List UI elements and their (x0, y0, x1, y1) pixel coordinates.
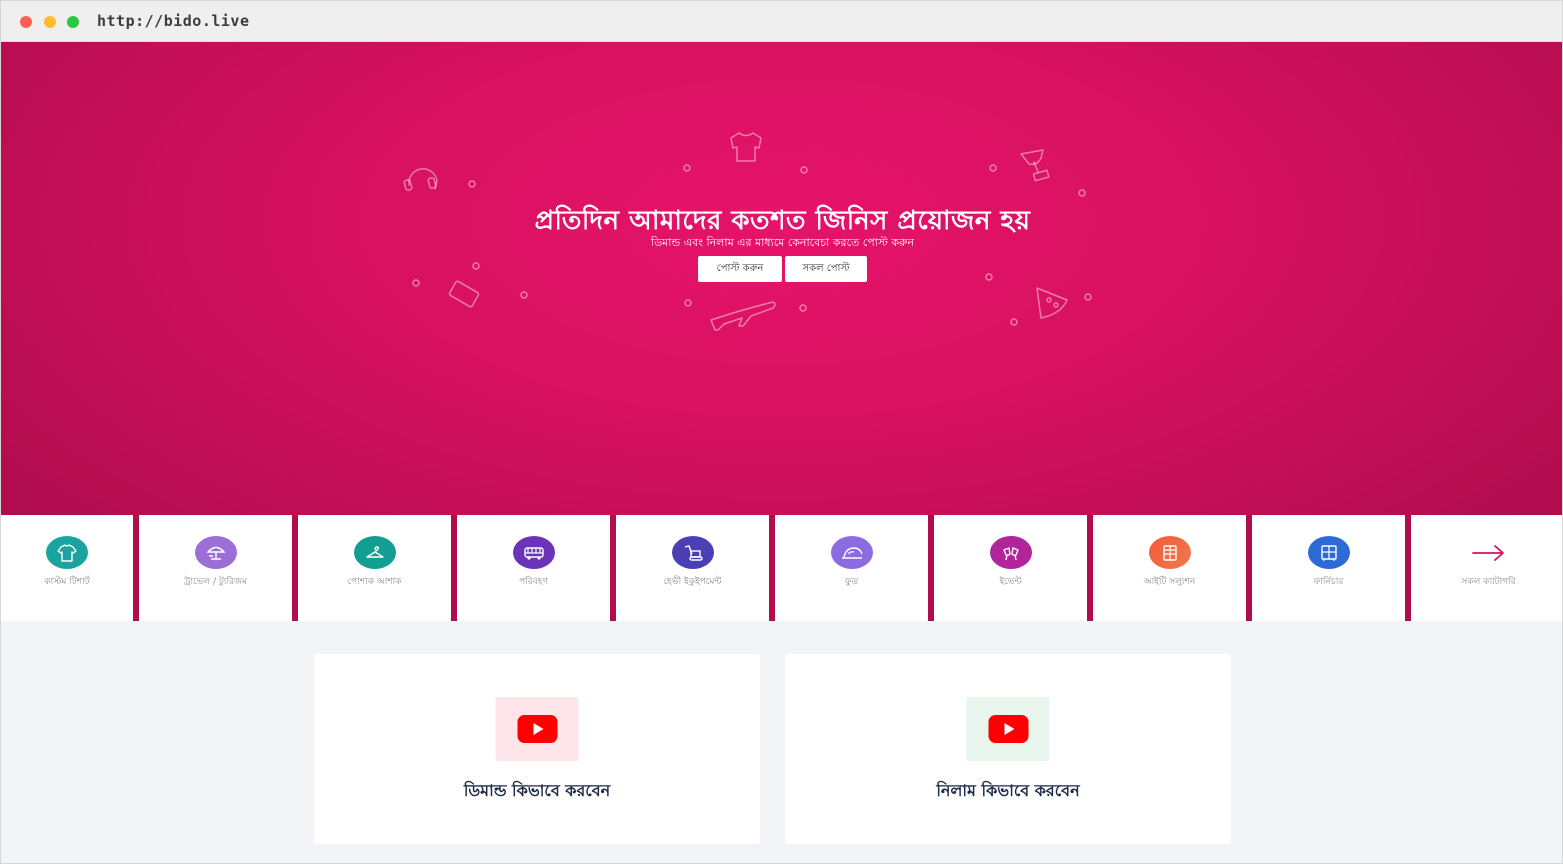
category-label: ফার্নিচার (1313, 577, 1344, 587)
category-label: ইভেন্ট (999, 577, 1022, 587)
category-label: পরিবহণ (519, 577, 548, 587)
cheers-icon (989, 536, 1032, 569)
shirt-outline-icon (730, 132, 762, 162)
category-bar: কাস্টম টিশার্ট ট্রাভেল / ট্যুরিজম পোশাক … (1, 515, 1562, 621)
all-posts-button[interactable]: সকল পোস্ট (785, 256, 867, 282)
category-event[interactable]: ইভেন্ট (934, 515, 1087, 621)
food-cloche-icon (830, 536, 873, 569)
close-window-icon[interactable] (20, 16, 32, 28)
post-button[interactable]: পোস্ট করুন (698, 256, 782, 282)
category-heavy-equipment[interactable]: হেভী ইকুইপমেন্ট (616, 515, 769, 621)
category-food[interactable]: ফুড (775, 515, 928, 621)
how-to-section: ডিমান্ড কিভাবে করবেন নিলাম কিভাবে করবেন (1, 621, 1562, 863)
hero-banner: প্রতিদিন আমাদের কতশত জিনিস প্রয়োজন হয় … (1, 42, 1562, 515)
maximize-window-icon[interactable] (67, 16, 79, 28)
category-label: পোশাক আশাক (347, 577, 402, 587)
arrow-right-icon (1468, 536, 1510, 569)
category-label: কাস্টম টিশার্ট (44, 577, 90, 587)
category-furniture[interactable]: ফার্নিচার (1252, 515, 1405, 621)
headphones-icon (403, 168, 438, 191)
hero-buttons: পোস্ট করুন সকল পোস্ট (1, 256, 1562, 282)
card-title: ডিমান্ড কিভাবে করবেন (463, 781, 611, 800)
airplane-icon (710, 301, 776, 331)
bus-icon (512, 536, 555, 569)
tshirt-icon (46, 536, 88, 569)
hero-subtitle: ডিমান্ড এবং নিলাম এর মাধ্যমে কেনাবেচা কর… (650, 236, 915, 249)
trophy-icon (1020, 149, 1050, 182)
category-custom-tshirt[interactable]: কাস্টম টিশার্ট (1, 515, 133, 621)
category-transport[interactable]: পরিবহণ (457, 515, 610, 621)
address-bar-url[interactable]: http://bido.live (97, 12, 250, 30)
it-solution-icon (1148, 536, 1191, 569)
category-label: সকল ক্যাটাগরি (1461, 577, 1516, 587)
hanger-icon (353, 536, 396, 569)
category-it-solution[interactable]: আইটি সল্যুশন (1093, 515, 1246, 621)
category-label: ফুড (844, 577, 859, 587)
card-title: নিলাম কিভাবে করবেন (936, 781, 1080, 800)
pizza-icon (1036, 287, 1068, 319)
category-clothing[interactable]: পোশাক আশাক (298, 515, 451, 621)
excavator-icon (671, 536, 714, 569)
phone-outline-icon (448, 280, 480, 308)
auction-howto-card[interactable]: নিলাম কিভাবে করবেন (785, 654, 1231, 844)
category-label: হেভী ইকুইপমেন্ট (663, 577, 722, 587)
beach-umbrella-icon (194, 536, 237, 569)
demand-howto-card[interactable]: ডিমান্ড কিভাবে করবেন (314, 654, 760, 844)
youtube-play-icon[interactable] (966, 697, 1050, 761)
browser-titlebar: http://bido.live (1, 1, 1562, 42)
youtube-play-icon[interactable] (495, 697, 579, 761)
minimize-window-icon[interactable] (44, 16, 56, 28)
browser-window: http://bido.live প্রতিদিন আমাদের কতশত জি… (0, 0, 1563, 864)
cabinet-icon (1307, 536, 1350, 569)
category-travel-tourism[interactable]: ট্রাভেল / ট্যুরিজম (139, 515, 292, 621)
category-label: আইটি সল্যুশন (1143, 577, 1196, 587)
category-label: ট্রাভেল / ট্যুরিজম (184, 577, 247, 587)
category-all[interactable]: সকল ক্যাটাগরি (1411, 515, 1562, 621)
